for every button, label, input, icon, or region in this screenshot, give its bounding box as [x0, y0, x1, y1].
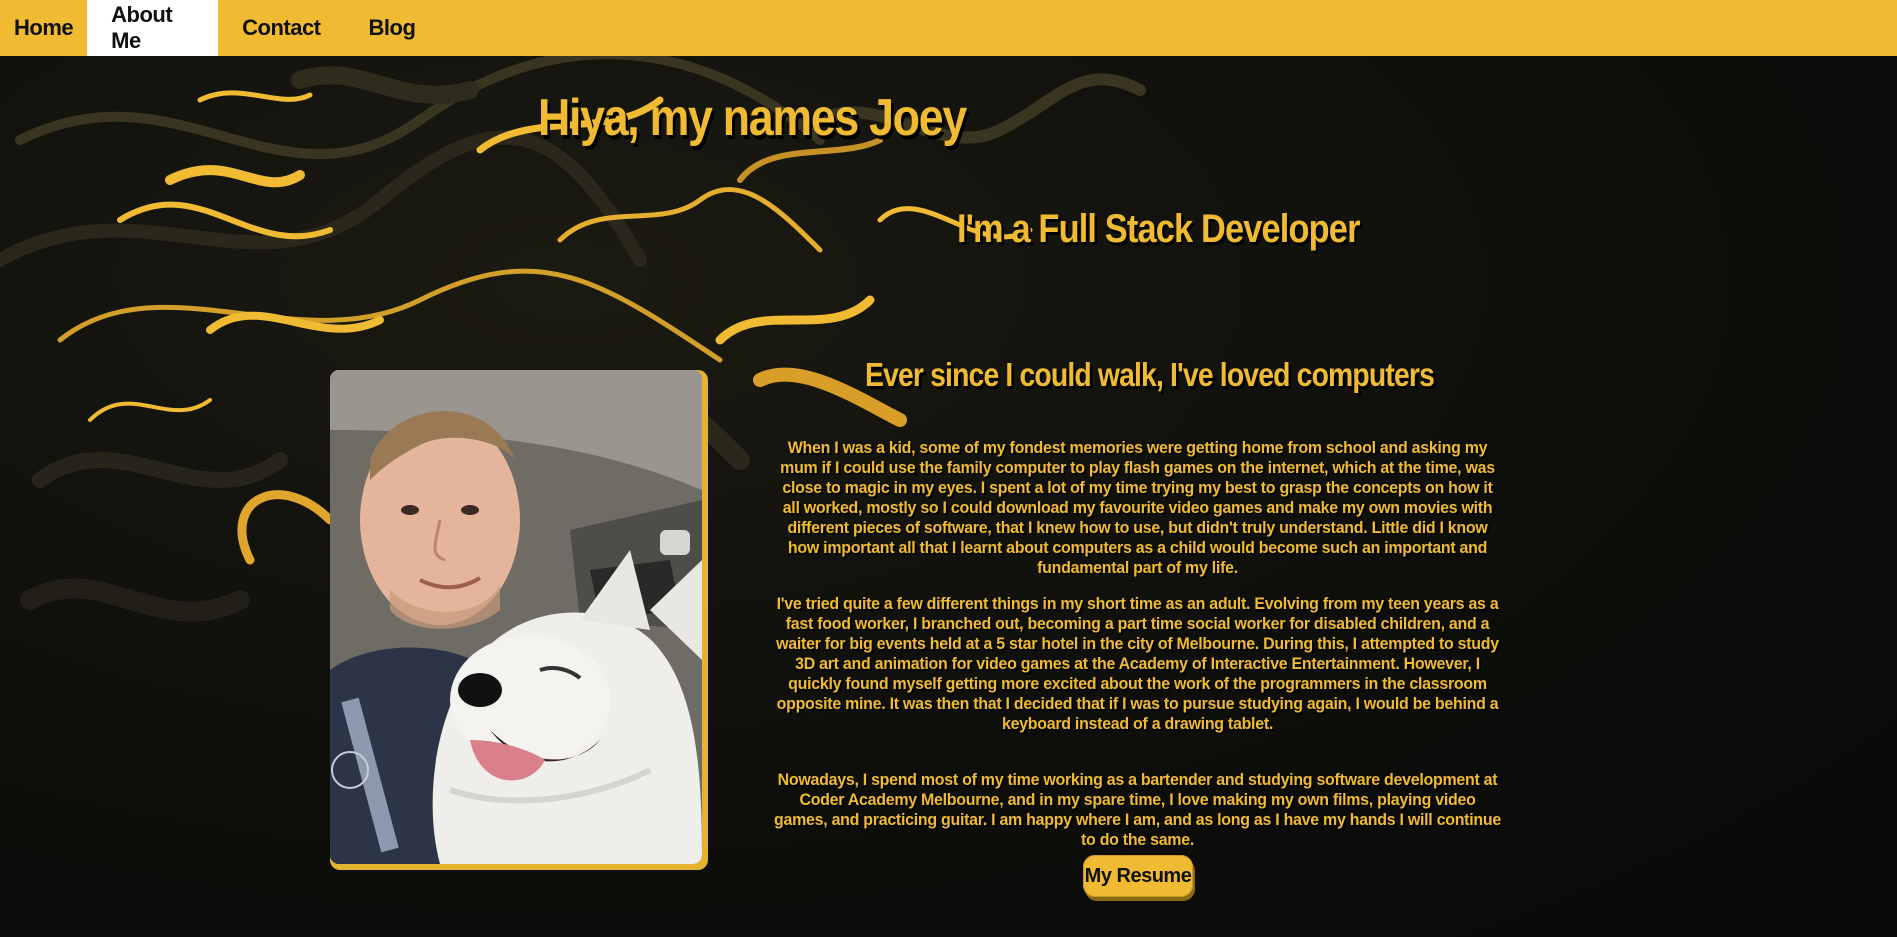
profile-photo-frame	[330, 370, 708, 870]
photo-illustration	[330, 370, 702, 864]
bio-paragraph-3: Nowadays, I spend most of my time workin…	[750, 770, 1525, 850]
nav-blog[interactable]: Blog	[345, 0, 440, 56]
nav-home[interactable]: Home	[0, 0, 87, 56]
bio-paragraph-1: When I was a kid, some of my fondest mem…	[750, 438, 1525, 578]
nav-contact[interactable]: Contact	[218, 0, 344, 56]
top-navigation: Home About Me Contact Blog	[0, 0, 1897, 56]
about-page: Home About Me Contact Blog Hiya, my name…	[0, 0, 1897, 937]
page-title: Hiya, my names Joey	[538, 89, 967, 147]
resume-button[interactable]: My Resume	[1083, 855, 1193, 897]
bio-text-1: When I was a kid, some of my fondest mem…	[780, 438, 1495, 577]
nav-about-me[interactable]: About Me	[87, 0, 219, 56]
bio-paragraph-2: I've tried quite a few different things …	[750, 594, 1525, 734]
profile-photo	[330, 370, 702, 864]
bio-text-2: I've tried quite a few different things …	[776, 594, 1499, 733]
section-subtitle: Ever since I could walk, I've loved comp…	[865, 356, 1435, 393]
bio-text-3: Nowadays, I spend most of my time workin…	[774, 770, 1501, 849]
role-heading: I'm a Full Stack Developer	[957, 207, 1360, 251]
